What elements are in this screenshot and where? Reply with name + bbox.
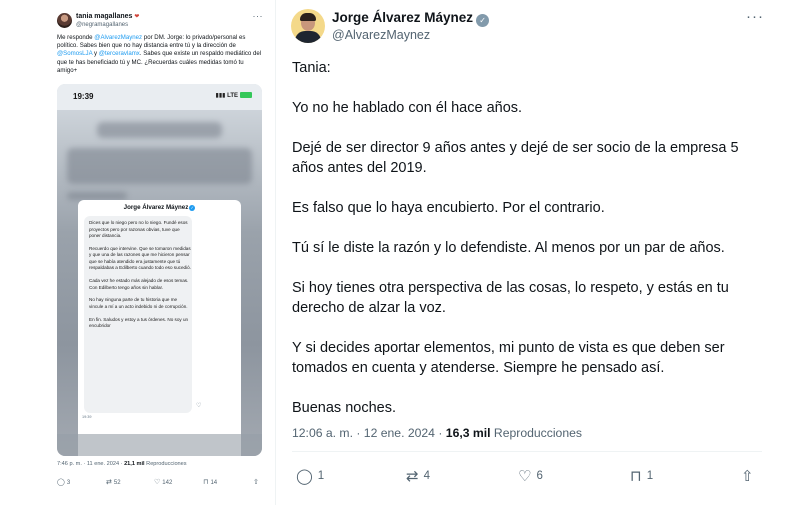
mention-link[interactable]: @AlvarezMaynez <box>94 34 142 41</box>
dm-paragraph: Dices que lo niego pero no lo niego. Fun… <box>89 220 188 238</box>
timestamp[interactable]: 12:06 a. m. · 12 ene. 2024 · <box>292 426 446 440</box>
tweet-paragraph: Tania: <box>292 60 331 76</box>
action-bar: ◯ 1 ⇄ 4 ♡ 6 ⊓ 1 ⇧ <box>292 467 762 487</box>
dm-message: Dices que lo niego pero no lo niego. Fun… <box>89 220 191 336</box>
mention-link[interactable]: @terceravlamx <box>99 50 140 57</box>
repost-count: 52 <box>113 480 121 486</box>
like-count: 6 <box>536 470 543 482</box>
avatar[interactable] <box>57 13 72 28</box>
view-count: 21,1 mil <box>124 461 145 467</box>
avatar-hair <box>300 13 316 21</box>
blurred-region <box>57 434 262 456</box>
blurred-region <box>67 192 127 200</box>
reply-icon: ◯ <box>57 479 65 486</box>
views-label: Reproducciones <box>144 461 187 467</box>
like-button[interactable]: ♡ 142 <box>154 478 172 486</box>
more-icon[interactable]: ··· <box>746 8 764 25</box>
share-button[interactable]: ⇧ <box>253 478 261 486</box>
dm-paragraph: No hay ninguna parte de tu historia que … <box>89 297 188 309</box>
more-icon[interactable]: ··· <box>253 11 264 21</box>
heart-emoji-icon: ❤ <box>134 14 140 20</box>
mention-link[interactable]: @SomosLJA <box>57 50 92 57</box>
signal-battery-icon: ▮▮▮ LTE <box>216 92 252 99</box>
bookmark-button[interactable]: ⊓ 1 <box>630 467 653 485</box>
tweet-paragraph: Tú sí le diste la razón y lo defendiste.… <box>292 240 725 256</box>
dm-paragraph: Cada vez he estado más alejado de esos t… <box>89 278 189 290</box>
dm-modal: Jorge Álvarez Máynez ✓ Dices que lo niego… <box>78 200 241 456</box>
author-name-text[interactable]: tania magallanes <box>76 13 132 20</box>
reply-count: 1 <box>317 470 325 482</box>
dm-title-text: Jorge Álvarez Máynez <box>123 204 189 211</box>
add-reaction-icon: ♡ <box>196 403 202 409</box>
avatar[interactable] <box>291 9 325 43</box>
repost-button[interactable]: ⇄ 52 <box>106 478 121 486</box>
right-tweet: Jorge Álvarez Máynez ✓ @AlvarezMaynez ···… <box>276 0 800 505</box>
tweet-meta: 7:46 p. m. · 11 ene. 2024 · 21,1 mil Rep… <box>57 461 187 467</box>
left-tweet-header: tania magallanes ❤ @negramagallanes ··· <box>57 11 267 33</box>
network-label: LTE <box>227 93 238 99</box>
like-icon: ♡ <box>154 479 161 486</box>
phone-status-bar: 19:39 ▮▮▮ LTE <box>57 84 262 110</box>
views-label: Reproducciones <box>490 426 582 440</box>
share-icon: ⇧ <box>741 468 754 485</box>
repost-icon: ⇄ <box>106 479 112 486</box>
tweet-text: Tania: Yo no he hablado con él hace años… <box>292 58 762 438</box>
reply-count: 3 <box>66 480 71 486</box>
bookmark-icon: ⊓ <box>203 479 209 486</box>
author-name-text[interactable]: Jorge Álvarez Máynez <box>332 10 473 25</box>
tweet-text-part: Me responde <box>57 34 95 41</box>
like-icon: ♡ <box>518 468 532 485</box>
dm-paragraph: Recuerdo que intervine. Que se tomaron m… <box>89 245 191 271</box>
action-bar: ◯ 3 ⇄ 52 ♡ 142 ⊓ 14 ⇧ <box>57 478 267 490</box>
battery-icon <box>240 92 252 98</box>
phone-clock: 19:39 <box>73 92 94 101</box>
meta-divider <box>292 451 762 452</box>
tweet-meta: 12:06 a. m. · 12 ene. 2024 · 16,3 mil Re… <box>292 426 582 440</box>
view-count: 16,3 mil <box>445 426 491 440</box>
reply-button[interactable]: ◯ 3 <box>57 478 70 486</box>
dm-paragraph: En fin. Saludos y estoy a tus órdenes. N… <box>89 316 189 329</box>
tweet-text: Me responde @AlvarezMaynez por DM. Jorge… <box>57 34 265 75</box>
tweet-paragraph: Y si decides aportar elementos, mi punto… <box>292 340 725 376</box>
tweet-paragraph: Dejé de ser director 9 años antes y dejé… <box>292 140 739 176</box>
author-handle[interactable]: @negramagallanes <box>76 22 128 28</box>
author-name[interactable]: tania magallanes ❤ <box>76 13 139 20</box>
bookmark-icon: ⊓ <box>630 468 642 485</box>
share-icon: ⇧ <box>253 479 259 486</box>
repost-count: 4 <box>423 470 430 482</box>
like-button[interactable]: ♡ 6 <box>518 467 543 485</box>
author-name[interactable]: Jorge Álvarez Máynez ✓ <box>332 10 490 27</box>
bookmark-button[interactable]: ⊓ 14 <box>203 478 217 486</box>
reply-button[interactable]: ◯ 1 <box>296 467 324 485</box>
bookmark-count: 1 <box>646 470 654 482</box>
tweet-paragraph: Yo no he hablado con él hace años. <box>292 100 523 116</box>
dm-title: Jorge Álvarez Máynez ✓ <box>78 204 241 211</box>
like-count: 142 <box>162 480 173 486</box>
timestamp[interactable]: 7:46 p. m. · 11 ene. 2024 · <box>57 461 124 467</box>
author-handle[interactable]: @AlvarezMaynez <box>332 28 430 42</box>
tweet-paragraph: Buenas noches. <box>292 400 396 416</box>
left-tweet: tania magallanes ❤ @negramagallanes ··· M… <box>48 0 274 505</box>
verified-badge-icon: ✓ <box>189 205 196 211</box>
tweet-paragraph: Es falso que lo haya encubierto. Por el … <box>292 200 605 216</box>
repost-button[interactable]: ⇄ 4 <box>406 467 430 485</box>
avatar-suit <box>295 31 321 43</box>
blurred-region <box>97 122 222 138</box>
verified-badge-icon[interactable]: ✓ <box>476 14 490 27</box>
bookmark-count: 14 <box>210 480 218 486</box>
attached-screenshot-image[interactable]: 19:39 ▮▮▮ LTE Jorge Álvarez Máynez ✓ Dice… <box>57 84 262 456</box>
share-button[interactable]: ⇧ <box>741 467 759 485</box>
repost-icon: ⇄ <box>406 468 419 485</box>
blurred-region <box>67 148 252 184</box>
reply-icon: ◯ <box>296 468 313 485</box>
tweet-paragraph: Si hoy tienes otra perspectiva de las co… <box>292 280 729 316</box>
dm-timestamp: 19:39 <box>82 415 92 419</box>
